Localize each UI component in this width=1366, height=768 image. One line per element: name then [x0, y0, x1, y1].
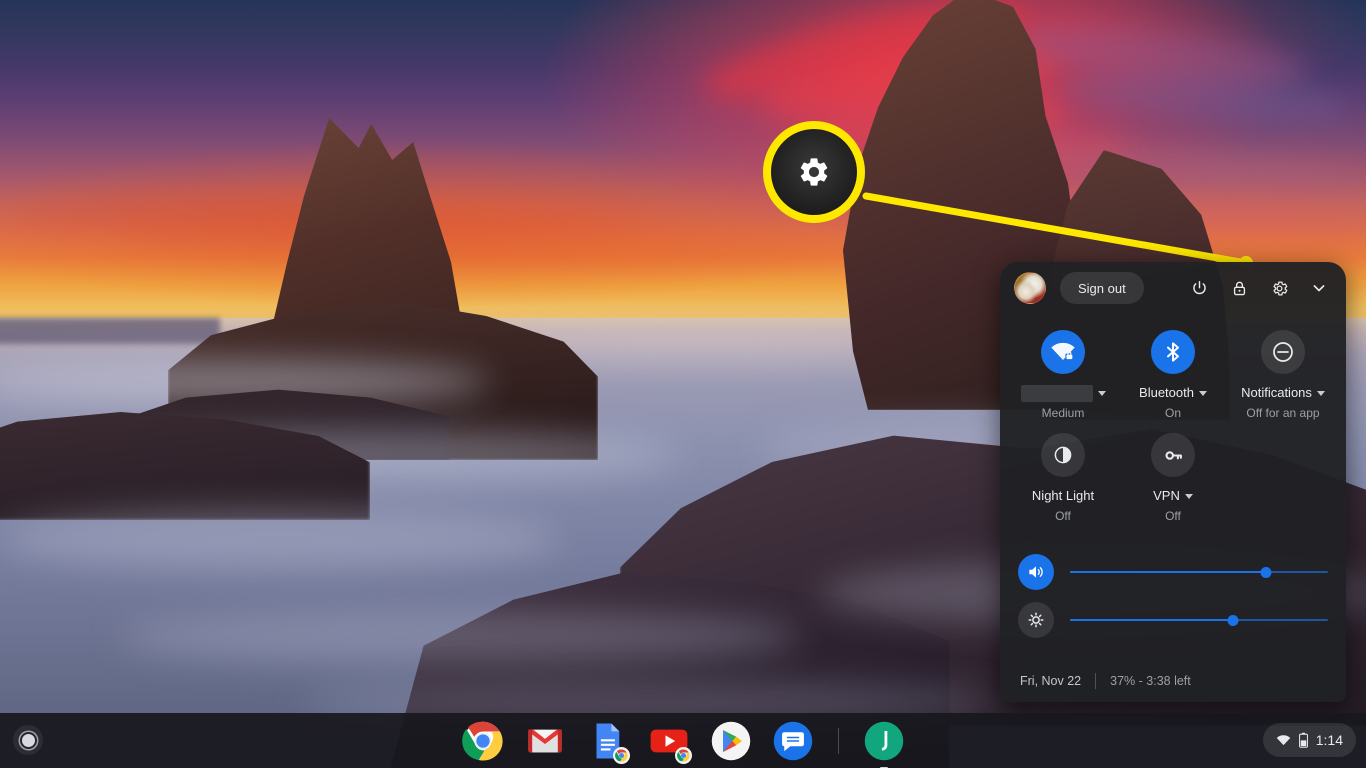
tile-notifications[interactable]: Notifications Off for an app [1228, 320, 1338, 421]
bluetooth-icon [1167, 342, 1179, 362]
tile-sublabel: Off [1165, 509, 1181, 523]
app-badge [674, 746, 692, 764]
system-tray-panel: Sign out Medium Bluetooth On Notificatio… [1000, 262, 1346, 702]
play-store-icon [711, 721, 750, 760]
tile-label-text: Bluetooth [1139, 385, 1194, 400]
volume-toggle-button[interactable] [1018, 554, 1054, 590]
tile-vpn[interactable]: VPN Off [1118, 423, 1228, 524]
footer-divider [1095, 673, 1097, 689]
collapse-button[interactable] [1302, 271, 1336, 305]
tile-sublabel: Medium [1041, 406, 1085, 420]
callout-highlight-settings[interactable] [763, 121, 865, 223]
shelf-app-messages[interactable] [772, 720, 814, 762]
tile-sublabel: On [1164, 406, 1181, 420]
brightness-icon-button[interactable] [1018, 602, 1054, 638]
power-icon [1192, 280, 1206, 294]
shelf: 1:14 [0, 713, 1366, 768]
wifi-locked-icon [1051, 342, 1075, 361]
chrome-icon [461, 721, 503, 761]
key-icon [1164, 450, 1182, 460]
tile-icon [1261, 330, 1305, 374]
tile-label-text: VPN [1153, 488, 1180, 503]
tile-label: Night Light [1032, 487, 1094, 505]
chevron-down-icon [1316, 390, 1325, 396]
chromeos-desktop: Sign out Medium Bluetooth On Notificatio… [0, 0, 1366, 768]
chevron-down-icon [1313, 285, 1325, 292]
chevron-down-icon [1097, 390, 1106, 396]
tile-empty-slot [1228, 423, 1338, 524]
chevron-down-icon [1198, 390, 1207, 396]
shelf-app-youtube[interactable] [648, 720, 692, 764]
tile-label: Notifications [1241, 384, 1325, 402]
slider-fill [1070, 571, 1267, 573]
tile-label: Bluetooth [1139, 384, 1207, 402]
shelf-app-docs[interactable] [586, 720, 630, 764]
tile-label [1020, 384, 1106, 402]
volume-slider[interactable] [1070, 565, 1328, 579]
slider-knob[interactable] [1260, 566, 1272, 578]
app-badge [612, 746, 630, 764]
shelf-app-gmail[interactable] [524, 720, 566, 762]
slider-fill [1070, 619, 1233, 621]
slider-knob[interactable] [1227, 614, 1239, 626]
tile-sublabel: Off [1055, 509, 1071, 523]
chrome-badge-icon [614, 749, 628, 762]
tile-label: VPN [1153, 487, 1193, 505]
wifi-icon [1276, 734, 1290, 745]
feature-tiles: Medium Bluetooth On Notifications Off fo… [1000, 314, 1346, 524]
gmail-icon [527, 729, 562, 752]
tile-label-text: Notifications [1241, 385, 1312, 400]
chevron-down-icon [1184, 493, 1193, 499]
do-not-disturb-icon [1273, 342, 1293, 362]
gear-icon [800, 158, 828, 186]
date-label[interactable]: Fri, Nov 22 [1020, 674, 1081, 688]
shelf-app-play-store[interactable] [710, 720, 752, 762]
tile-network[interactable]: Medium [1008, 320, 1118, 421]
volume-up-icon [1029, 566, 1043, 578]
brightness-icon [1028, 612, 1044, 628]
tile-icon [1151, 330, 1195, 374]
brightness-slider[interactable] [1070, 613, 1328, 627]
tile-bluetooth[interactable]: Bluetooth On [1118, 320, 1228, 421]
shelf-status-area[interactable]: 1:14 [1262, 723, 1356, 757]
brightness-slider-row [1000, 596, 1346, 644]
lock-icon [1233, 281, 1245, 295]
shelf-app-chrome[interactable] [461, 720, 504, 762]
shelf-divider [837, 727, 839, 754]
mist [120, 610, 800, 664]
clock-label: 1:14 [1315, 732, 1343, 748]
lock-button[interactable] [1222, 271, 1256, 305]
settings-gear-icon [1272, 280, 1287, 296]
shelf-app-keep[interactable] [863, 720, 905, 768]
messages-icon [773, 721, 812, 760]
battery-label[interactable]: 37% - 3:38 left [1110, 674, 1191, 688]
tray-header: Sign out [1000, 262, 1346, 314]
moon-icon [1054, 446, 1072, 464]
tray-footer: Fri, Nov 22 37% - 3:38 left [1000, 660, 1346, 702]
network-name-redacted [1020, 384, 1093, 402]
tile-icon [1041, 330, 1085, 374]
volume-slider-row [1000, 548, 1346, 596]
mist [0, 510, 560, 570]
tile-night-light[interactable]: Night Light Off [1008, 423, 1118, 524]
settings-button[interactable] [1262, 271, 1296, 305]
keep-icon [864, 721, 903, 760]
rock-horizon [0, 318, 220, 344]
shelf-app-list [0, 713, 1366, 768]
battery-icon [1298, 732, 1308, 748]
avatar[interactable] [1014, 272, 1046, 304]
chrome-badge-icon [676, 749, 690, 762]
power-button[interactable] [1182, 271, 1216, 305]
tile-icon [1041, 433, 1085, 477]
tile-icon [1151, 433, 1195, 477]
tile-sublabel: Off for an app [1246, 406, 1320, 420]
tile-label-text: Night Light [1031, 488, 1095, 503]
sign-out-button[interactable]: Sign out [1060, 272, 1144, 304]
